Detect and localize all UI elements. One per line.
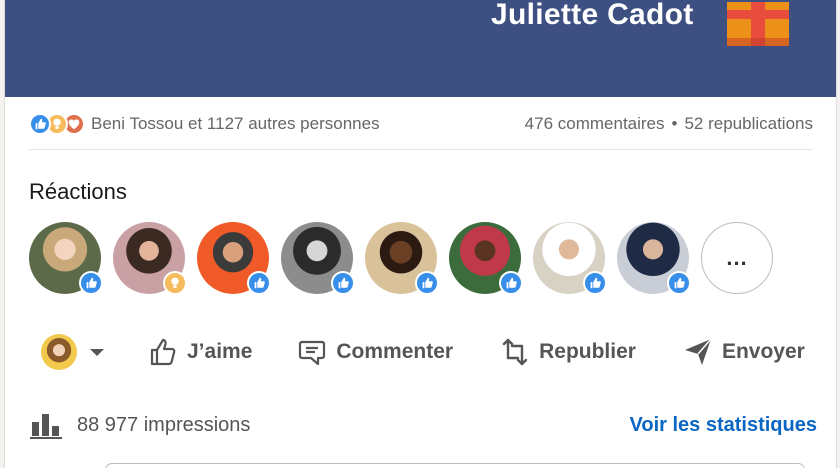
reactor-avatar[interactable] [197, 222, 271, 295]
reactor-avatars-list: ... [29, 222, 773, 295]
reaction-icons-stack[interactable] [29, 113, 85, 135]
reactions-heading: Réactions [29, 179, 127, 204]
impressions-count: 88 977 impressions [77, 413, 251, 436]
repost-button[interactable]: Republier [499, 336, 636, 368]
repost-icon [502, 338, 528, 366]
like-badge-icon [247, 271, 271, 295]
comment-input-edge[interactable] [105, 463, 805, 468]
like-icon [29, 113, 51, 135]
current-user-avatar [41, 334, 77, 370]
more-reactors-button[interactable]: ... [701, 222, 773, 294]
engagement-counts: 476 commentaires • 52 republications [525, 114, 813, 134]
post-analytics-bar: 88 977 impressions Voir les statistiques [29, 405, 817, 445]
reactor-avatar[interactable] [29, 222, 103, 295]
view-statistics-link[interactable]: Voir les statistiques [630, 414, 817, 437]
send-icon [684, 338, 712, 365]
reactor-avatar[interactable] [365, 222, 439, 295]
reactor-avatar[interactable] [113, 222, 187, 295]
divider [29, 149, 813, 150]
like-badge-icon [79, 271, 103, 295]
reactor-avatar[interactable] [281, 222, 355, 295]
reactor-avatar[interactable] [617, 222, 691, 295]
like-badge-icon [331, 271, 355, 295]
send-button[interactable]: Envoyer [682, 336, 805, 368]
post-card: Juliette Cadot Beni Tossou et 1127 autre… [4, 0, 837, 468]
like-badge-icon [667, 271, 691, 295]
insightful-badge-icon [163, 271, 187, 295]
comment-button[interactable]: Commenter [296, 336, 453, 368]
post-actions-bar: J’aime Commenter Republier Envoyer [29, 326, 817, 378]
comment-icon [299, 340, 326, 366]
send-label: Envoyer [721, 340, 805, 363]
chevron-down-icon [90, 348, 104, 356]
like-badge-icon [583, 271, 607, 295]
like-badge-icon [415, 271, 439, 295]
like-badge-icon [499, 271, 523, 295]
separator-dot: • [671, 114, 678, 133]
post-banner-image[interactable]: Juliette Cadot [5, 0, 836, 97]
bar-chart-icon [30, 414, 62, 439]
like-label: J’aime [187, 340, 253, 363]
reposts-count-link[interactable]: 52 republications [684, 114, 813, 134]
gift-icon [727, 2, 789, 46]
social-counts-bar: Beni Tossou et 1127 autres personnes 476… [29, 108, 813, 140]
thumbs-up-icon [150, 338, 176, 366]
repost-label: Republier [539, 340, 636, 363]
comments-count-link[interactable]: 476 commentaires [525, 114, 665, 134]
reactor-avatar[interactable] [449, 222, 523, 295]
reactors-summary-link[interactable]: Beni Tossou et 1127 autres personnes [91, 114, 380, 134]
react-as-selector[interactable] [29, 334, 109, 370]
banner-name-text: Juliette Cadot [491, 0, 694, 31]
comment-label: Commenter [336, 340, 454, 363]
like-button[interactable]: J’aime [147, 336, 252, 368]
reactor-avatar[interactable] [533, 222, 607, 295]
